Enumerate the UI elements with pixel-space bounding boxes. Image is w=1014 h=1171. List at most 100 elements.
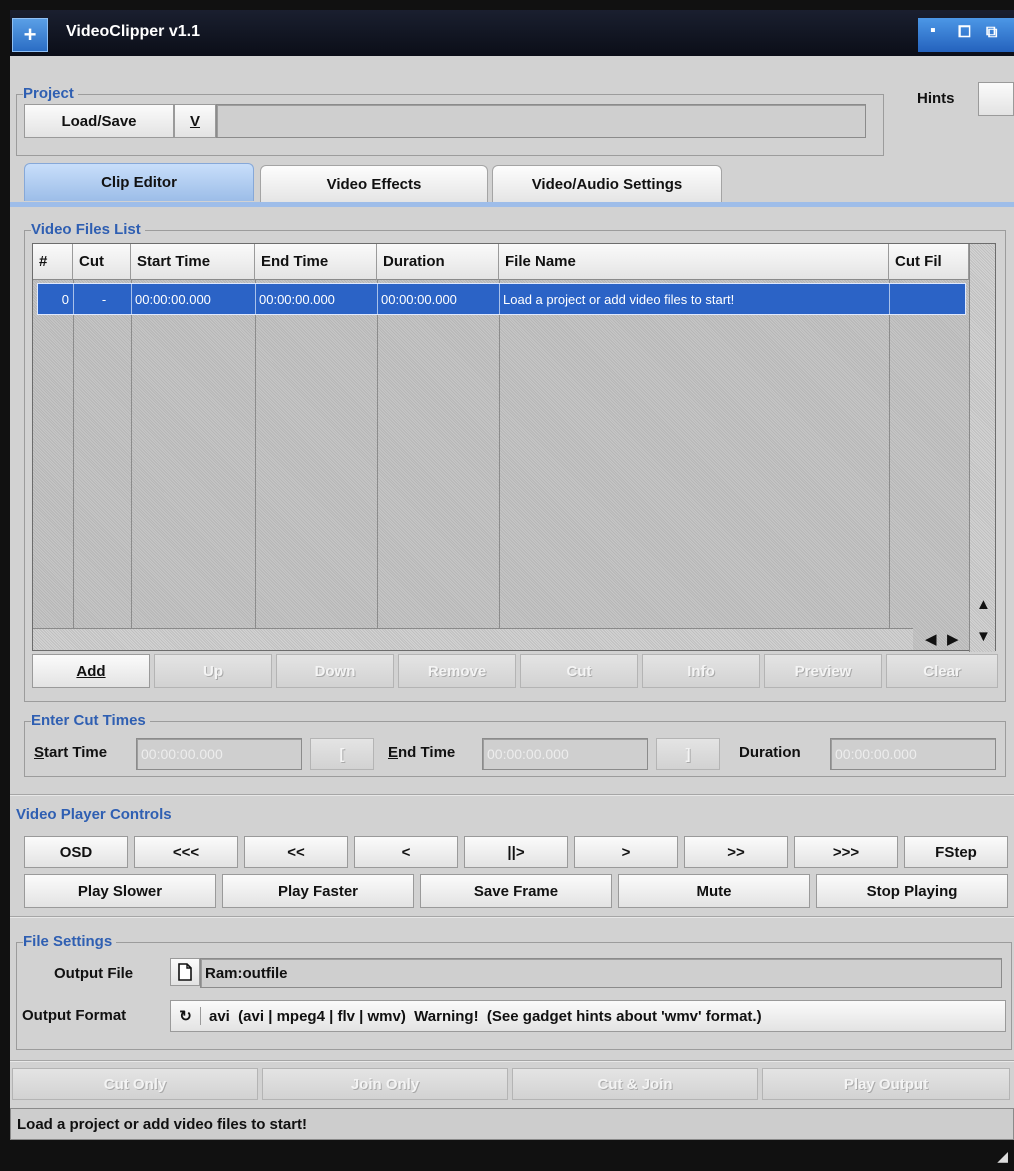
duration-label: Duration: [739, 744, 801, 761]
step-back-button[interactable]: <: [354, 836, 458, 868]
clear-button[interactable]: Clear: [886, 654, 998, 688]
step-forward-button[interactable]: >: [574, 836, 678, 868]
cell-cut: -: [74, 284, 132, 314]
forward-button[interactable]: >>: [684, 836, 788, 868]
column-divider: [73, 280, 74, 628]
project-legend: Project: [23, 85, 78, 103]
file-settings-legend: File Settings: [23, 933, 117, 951]
tab-video-audio-settings[interactable]: Video/Audio Settings: [492, 165, 722, 203]
depth-icon[interactable]: ⧉: [986, 24, 997, 42]
scroll-up-icon[interactable]: ▲: [976, 596, 991, 613]
load-save-button[interactable]: Load/Save: [24, 104, 174, 138]
status-bar: Load a project or add video files to sta…: [10, 1108, 1014, 1140]
preview-button[interactable]: Preview: [764, 654, 882, 688]
column-header-end-time[interactable]: End Time: [255, 244, 377, 280]
forward-fast-button[interactable]: >>>: [794, 836, 898, 868]
column-header-file-name[interactable]: File Name: [499, 244, 889, 280]
end-time-field[interactable]: 00:00:00.000: [482, 738, 648, 770]
resize-handle-icon[interactable]: ◢: [997, 1148, 1008, 1165]
column-header-cut[interactable]: Cut: [73, 244, 131, 280]
separator: [10, 916, 1014, 918]
table-row[interactable]: 0 - 00:00:00.000 00:00:00.000 00:00:00.0…: [37, 283, 966, 315]
up-button[interactable]: Up: [154, 654, 272, 688]
vertical-scrollbar[interactable]: ▲ ▼: [969, 244, 995, 652]
cell-file-name: Load a project or add video files to sta…: [500, 284, 890, 314]
output-format-label: Output Format: [22, 1007, 127, 1024]
window-title: VideoClipper v1.1: [66, 23, 200, 40]
cell-duration: 00:00:00.000: [378, 284, 500, 314]
play-output-button[interactable]: Play Output: [762, 1068, 1010, 1100]
rewind-button[interactable]: <<: [244, 836, 348, 868]
window-menu-icon[interactable]: +: [12, 18, 48, 52]
column-header-number[interactable]: #: [33, 244, 73, 280]
cell-cut-file: [890, 284, 966, 314]
column-header-cut-file[interactable]: Cut Fil: [889, 244, 969, 280]
hints-label: Hints: [917, 90, 955, 107]
add-button[interactable]: Add: [32, 654, 150, 688]
start-time-label: Start Time: [34, 744, 108, 761]
tab-underline: [10, 202, 1014, 207]
column-header-duration[interactable]: Duration: [377, 244, 499, 280]
cell-end-time: 00:00:00.000: [256, 284, 378, 314]
column-divider: [889, 280, 890, 628]
scroll-left-icon[interactable]: ◀: [925, 630, 937, 648]
video-files-list[interactable]: # Cut Start Time End Time Duration File …: [32, 243, 996, 652]
output-format-cycle[interactable]: ↻ avi (avi | mpeg4 | flv | wmv) Warning!…: [170, 1000, 1006, 1032]
tab-clip-editor[interactable]: Clip Editor: [24, 163, 254, 201]
osd-button[interactable]: OSD: [24, 836, 128, 868]
tab-video-effects[interactable]: Video Effects: [260, 165, 488, 203]
title-bar: + VideoClipper v1.1 ▪ ⧠ ⧉: [10, 10, 1014, 56]
play-pause-button[interactable]: ||>: [464, 836, 568, 868]
cycle-icon: ↻: [171, 1007, 201, 1025]
end-time-label: End Time: [388, 744, 456, 761]
horizontal-scrollbar[interactable]: [33, 628, 913, 650]
window-controls: ▪ ⧠ ⧉: [918, 18, 1014, 52]
cut-only-button[interactable]: Cut Only: [12, 1068, 258, 1100]
add-button-label: Add: [76, 662, 106, 680]
column-divider: [499, 280, 500, 628]
join-only-button[interactable]: Join Only: [262, 1068, 508, 1100]
zoom-icon[interactable]: ⧠: [958, 24, 971, 42]
output-file-field[interactable]: Ram:outfile: [200, 958, 1002, 988]
hints-checkbox[interactable]: [978, 82, 1014, 116]
column-header-start-time[interactable]: Start Time: [131, 244, 255, 280]
start-time-field[interactable]: 00:00:00.000: [136, 738, 302, 770]
output-file-label: Output File: [54, 965, 134, 982]
stop-playing-button[interactable]: Stop Playing: [816, 874, 1008, 908]
play-faster-button[interactable]: Play Faster: [222, 874, 414, 908]
separator: [10, 794, 1014, 796]
app-window: + VideoClipper v1.1 ▪ ⧠ ⧉ Project Load/S…: [10, 10, 1014, 1171]
cut-button[interactable]: Cut: [520, 654, 638, 688]
column-divider: [131, 280, 132, 628]
scroll-right-icon[interactable]: ▶: [947, 630, 959, 648]
cut-and-join-button[interactable]: Cut & Join: [512, 1068, 758, 1100]
window-bottom-border: ◢: [10, 1140, 1014, 1171]
file-icon[interactable]: [170, 958, 200, 986]
save-frame-button[interactable]: Save Frame: [420, 874, 612, 908]
player-legend: Video Player Controls: [16, 806, 176, 824]
cut-times-legend: Enter Cut Times: [31, 712, 150, 730]
rewind-fast-button[interactable]: <<<: [134, 836, 238, 868]
project-dropdown-button[interactable]: V: [174, 104, 216, 138]
project-name-field[interactable]: [216, 104, 866, 138]
iconify-icon[interactable]: ▪: [930, 22, 936, 40]
set-start-button[interactable]: [: [310, 738, 374, 770]
info-button[interactable]: Info: [642, 654, 760, 688]
video-files-legend: Video Files List: [31, 221, 145, 239]
column-divider: [255, 280, 256, 628]
play-slower-button[interactable]: Play Slower: [24, 874, 216, 908]
fstep-button[interactable]: FStep: [904, 836, 1008, 868]
output-format-value: avi (avi | mpeg4 | flv | wmv) Warning! (…: [209, 1007, 762, 1025]
down-button[interactable]: Down: [276, 654, 394, 688]
cell-number: 0: [38, 284, 74, 314]
duration-field[interactable]: 00:00:00.000: [830, 738, 996, 770]
cell-start-time: 00:00:00.000: [132, 284, 256, 314]
status-text: Load a project or add video files to sta…: [17, 1115, 308, 1133]
remove-button[interactable]: Remove: [398, 654, 516, 688]
mute-button[interactable]: Mute: [618, 874, 810, 908]
separator: [10, 1060, 1014, 1062]
dropdown-label: V: [189, 112, 200, 130]
scroll-down-icon[interactable]: ▼: [976, 628, 991, 645]
output-file-value: Ram:outfile: [205, 964, 288, 982]
set-end-button[interactable]: ]: [656, 738, 720, 770]
